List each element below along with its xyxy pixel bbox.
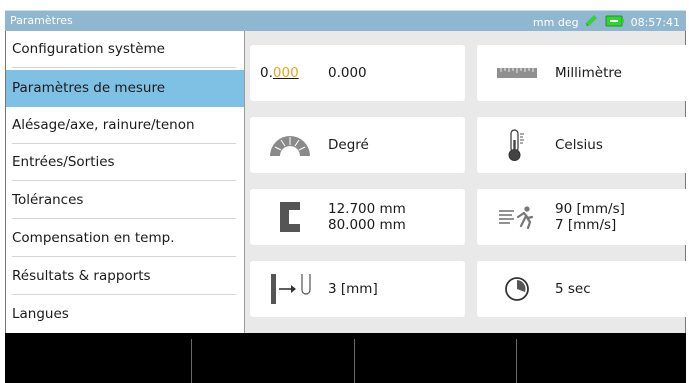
sidebar-item-resultats-rapports[interactable]: Résultats & rapports xyxy=(6,258,244,295)
softkey-bar xyxy=(5,333,686,383)
ruler-icon xyxy=(495,55,539,91)
sidebar-item-tolerances[interactable]: Tolérances xyxy=(6,182,244,219)
tile-display-resolution-value: 0.000 xyxy=(328,45,367,101)
clock-time: 08:57:41 xyxy=(630,15,680,29)
speed-value-2: 7 [mm/s] xyxy=(555,217,617,233)
resolution-value: 0.000 xyxy=(328,65,367,81)
temperature-unit-value: Celsius xyxy=(555,137,603,153)
length-unit-value: Millimètre xyxy=(555,65,622,81)
resolution-icon-digits: 000 xyxy=(272,65,299,81)
speed-runner-icon xyxy=(495,199,539,235)
softkey-3[interactable] xyxy=(355,333,515,383)
window-title: Paramètres xyxy=(10,14,73,27)
tile-length-unit[interactable]: Millimètre xyxy=(477,45,689,101)
protractor-icon xyxy=(268,127,312,163)
units-indicator: mm deg xyxy=(532,15,579,29)
tile-angle-unit[interactable]: Degré xyxy=(250,117,465,173)
settings-panel: 0. 000 0.000 Millimètre Degré Celsius 12… xyxy=(245,31,689,333)
sidebar-item-compensation-temp[interactable]: Compensation en temp. xyxy=(6,220,244,257)
angle-unit-value: Degré xyxy=(328,137,369,153)
tile-angle-unit-value: Degré xyxy=(328,117,369,173)
sidebar-item-configuration-systeme[interactable]: Configuration système xyxy=(6,31,244,68)
probe-travel-icon xyxy=(268,271,312,307)
timer-icon xyxy=(495,271,539,307)
tile-master-dimensions[interactable]: 12.700 mm 80.000 mm xyxy=(250,189,465,245)
title-bar: Paramètres mm deg 08:57:41 xyxy=(5,10,686,31)
resolution-icon-prefix: 0. xyxy=(260,65,273,81)
softkey-4[interactable] xyxy=(517,333,677,383)
sidebar-item-alesage-axe[interactable]: Alésage/axe, rainure/tenon xyxy=(6,107,244,144)
probe-travel-value: 3 [mm] xyxy=(328,281,378,297)
app-frame: Paramètres mm deg 08:57:41 Configuration… xyxy=(0,0,689,383)
ring-gauge-icon xyxy=(268,199,312,235)
timer-value: 5 sec xyxy=(555,281,591,297)
tile-display-resolution[interactable]: 0. 000 0.000 xyxy=(250,45,465,101)
tile-length-unit-value: Millimètre xyxy=(555,45,622,101)
tile-probe-travel-value: 3 [mm] xyxy=(328,261,378,317)
tile-speeds[interactable]: 90 [mm/s] 7 [mm/s] xyxy=(477,189,689,245)
master-dimension-1: 12.700 mm xyxy=(328,201,406,217)
softkey-2[interactable] xyxy=(192,333,352,383)
sidebar-item-parametres-de-mesure[interactable]: Paramètres de mesure xyxy=(6,70,244,107)
battery-icon xyxy=(605,15,625,30)
tile-timer-value: 5 sec xyxy=(555,261,591,317)
softkey-1[interactable] xyxy=(5,333,165,383)
tile-timer[interactable]: 5 sec xyxy=(477,261,689,317)
sidebar: Configuration système Paramètres de mesu… xyxy=(5,31,245,333)
thermometer-icon xyxy=(495,127,539,163)
tile-probe-travel[interactable]: 3 [mm] xyxy=(250,261,465,317)
tile-temperature-unit[interactable]: Celsius xyxy=(477,117,689,173)
tile-master-dimensions-values: 12.700 mm 80.000 mm xyxy=(328,189,406,245)
tile-temperature-unit-value: Celsius xyxy=(555,117,603,173)
master-dimension-2: 80.000 mm xyxy=(328,217,406,233)
status-area: mm deg 08:57:41 xyxy=(533,14,680,30)
tile-speeds-values: 90 [mm/s] 7 [mm/s] xyxy=(555,189,625,245)
pencil-icon xyxy=(585,14,599,30)
resolution-icon: 0. 000 xyxy=(260,55,320,91)
sidebar-item-entrees-sorties[interactable]: Entrées/Sorties xyxy=(6,144,244,181)
speed-value-1: 90 [mm/s] xyxy=(555,201,625,217)
sidebar-item-langues[interactable]: Langues xyxy=(6,296,244,333)
